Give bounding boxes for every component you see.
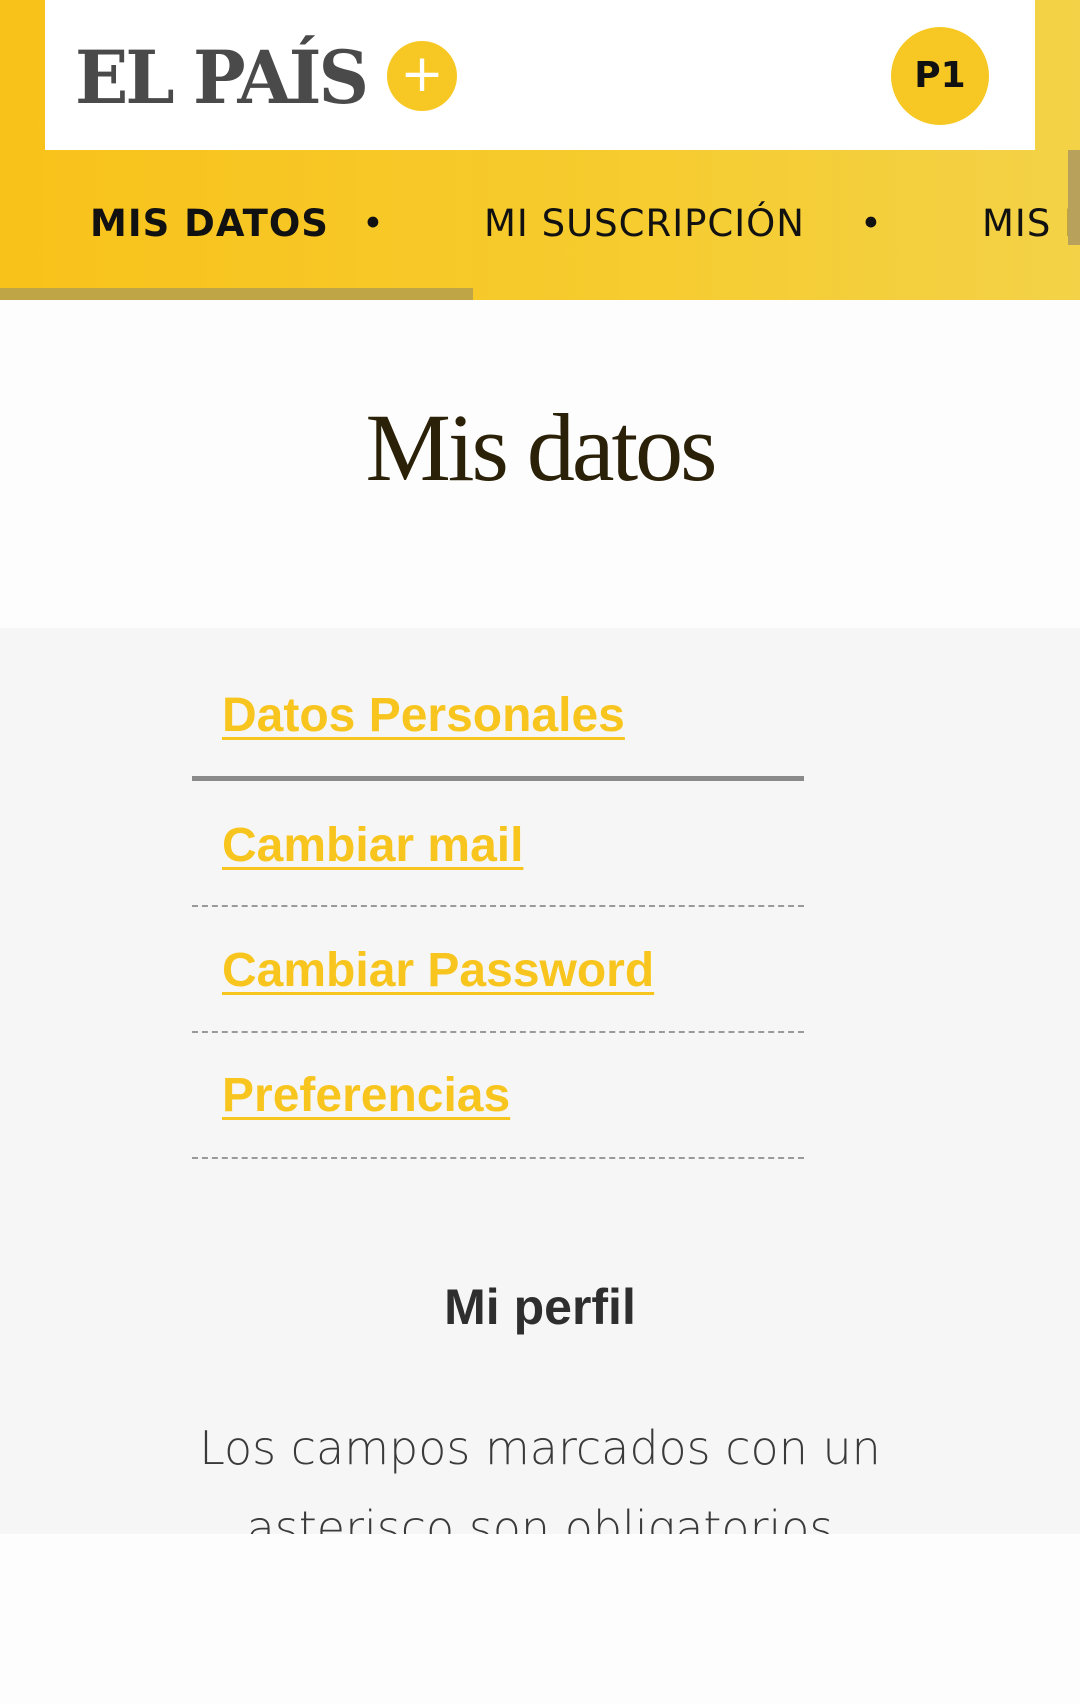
plus-icon: + <box>387 41 457 111</box>
user-avatar[interactable]: P1 <box>891 27 989 125</box>
cambiar-password-link[interactable]: Cambiar Password <box>222 943 654 998</box>
page-title: Mis datos <box>365 394 717 501</box>
account-nav: MIS DATOS • MI SUSCRIPCIÓN • MIS N <box>0 150 1080 300</box>
preferencias-link[interactable]: Preferencias <box>222 1068 510 1123</box>
tab-mi-suscripcion[interactable]: MI SUSCRIPCIÓN <box>484 202 805 245</box>
active-tab-indicator <box>0 288 473 300</box>
active-menu-divider <box>192 776 804 781</box>
tab-mis-datos[interactable]: MIS DATOS <box>90 202 329 245</box>
tab-mis-n[interactable]: MIS N <box>982 202 1080 245</box>
el-pais-logo[interactable]: EL PAÍS + <box>75 33 457 122</box>
profile-required-note: Los campos marcados con un asterisco son… <box>199 1421 881 1534</box>
datos-personales-link[interactable]: Datos Personales <box>222 688 625 743</box>
menu-divider <box>192 1031 804 1033</box>
header-bar: EL PAÍS + P1 <box>45 0 1035 150</box>
nav-scrollbar[interactable] <box>1068 150 1080 245</box>
account-panel: Datos Personales Cambiar mail Cambiar Pa… <box>0 628 1080 1534</box>
menu-divider <box>192 1157 804 1159</box>
nav-separator: • <box>860 202 882 245</box>
cambiar-mail-link[interactable]: Cambiar mail <box>222 818 523 873</box>
header-band: EL PAÍS + P1 MIS DATOS • MI SUSCRIPCIÓN … <box>0 0 1080 300</box>
logo-wordmark: EL PAÍS <box>75 33 369 122</box>
menu-divider <box>192 905 804 907</box>
profile-section-title: Mi perfil <box>444 1279 636 1335</box>
nav-separator: • <box>362 202 384 245</box>
